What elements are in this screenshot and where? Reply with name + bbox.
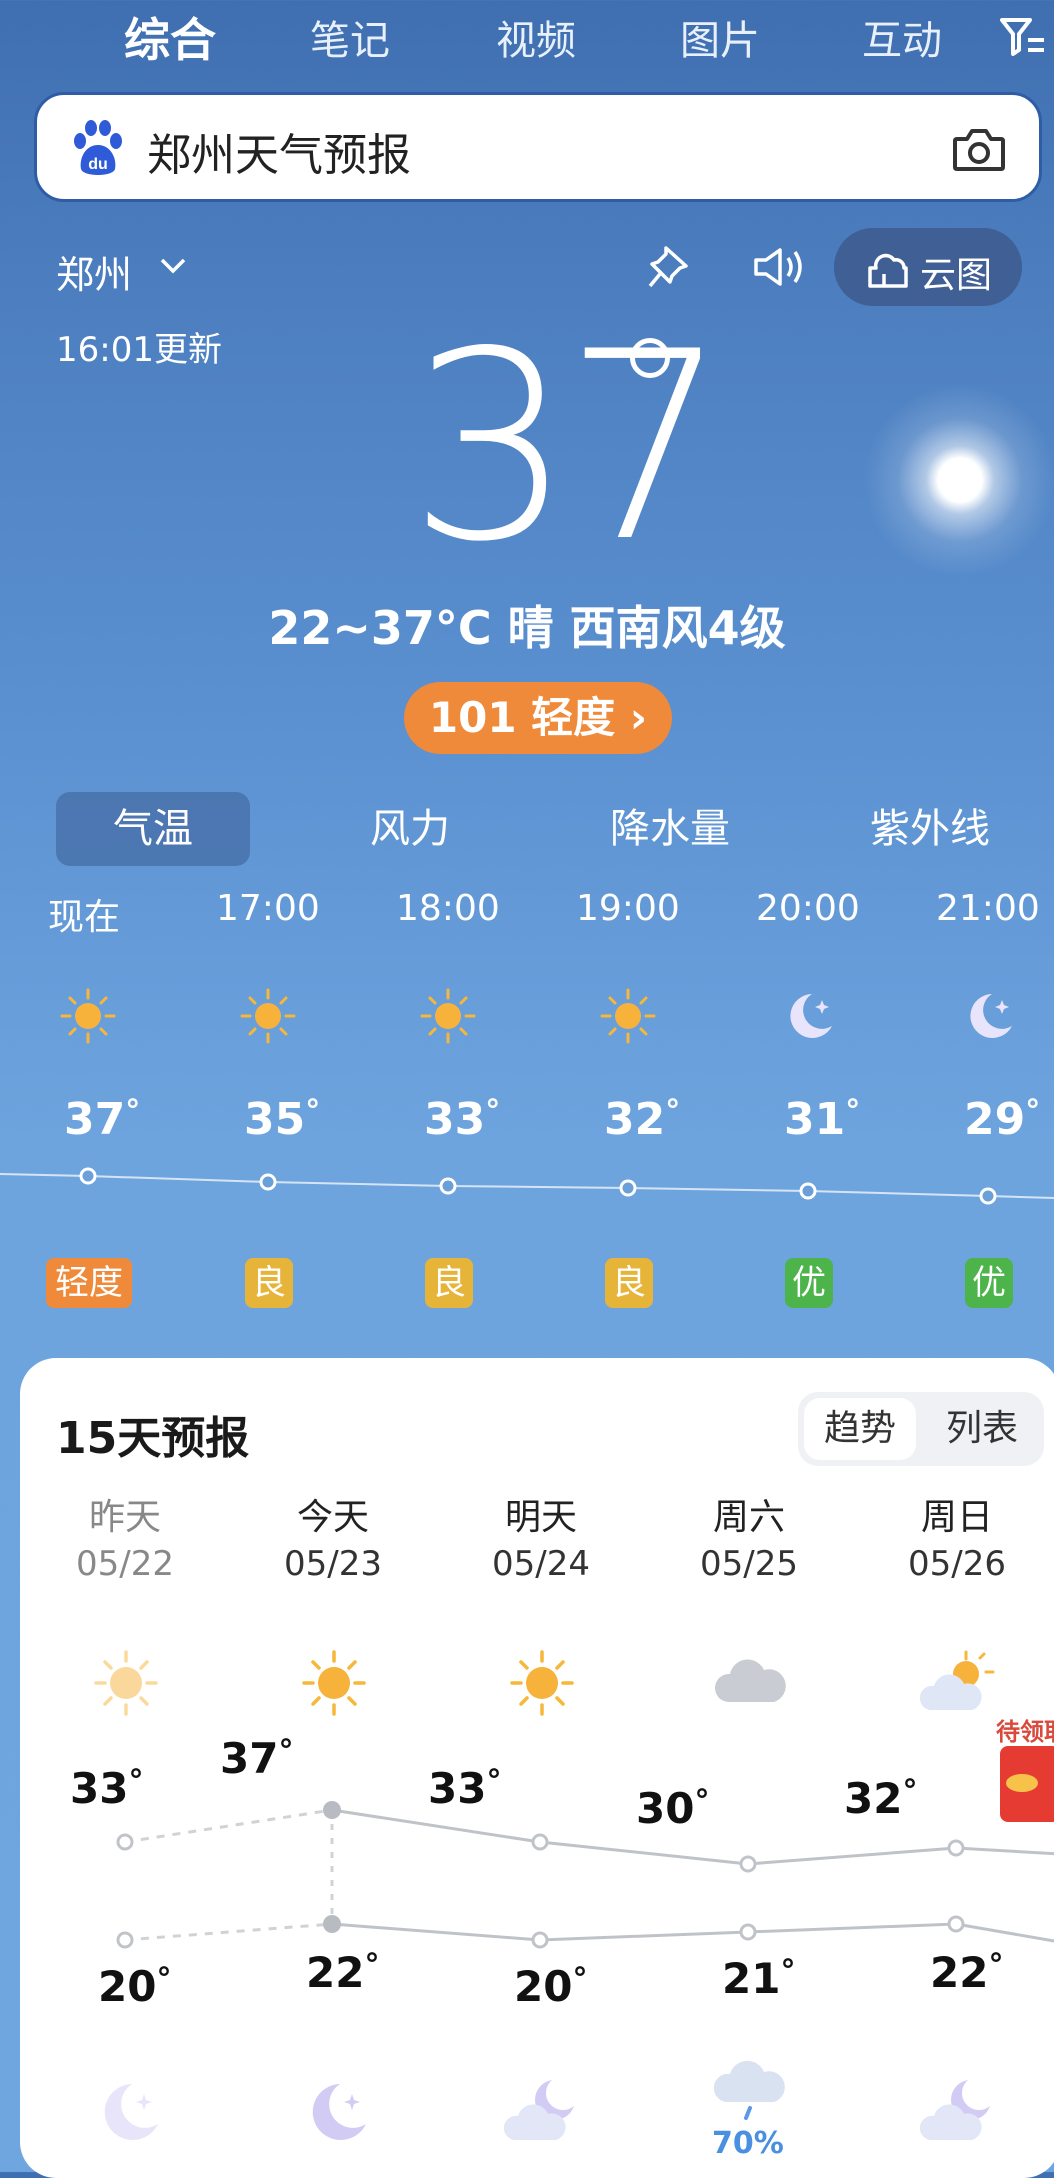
hour-temp: 31° bbox=[784, 1094, 861, 1145]
sun-icon bbox=[600, 988, 656, 1044]
city-selector[interactable]: 郑州 bbox=[56, 244, 132, 299]
tab-notes[interactable]: 笔记 bbox=[310, 8, 390, 66]
moon-icon bbox=[790, 994, 832, 1038]
tab-interact[interactable]: 互动 bbox=[862, 8, 942, 66]
sun-icon bbox=[420, 988, 476, 1044]
hour-label: 现在 bbox=[48, 897, 121, 938]
low-temp: 22° bbox=[306, 1948, 380, 1997]
sun-icon bbox=[60, 988, 116, 1044]
forecast-card: 15天预报 趋势 列表 昨天 今天 明天 周六 周日 05/22 05/23 0… bbox=[20, 1358, 1054, 2178]
hour-temp: 32° bbox=[604, 1094, 681, 1145]
search-input[interactable]: 郑州天气预报 bbox=[147, 119, 411, 183]
low-temp: 21° bbox=[722, 1954, 796, 2003]
hour-temp: 29° bbox=[964, 1094, 1041, 1145]
speaker-icon[interactable] bbox=[752, 244, 806, 290]
high-point bbox=[947, 1839, 965, 1857]
low-temp: 20° bbox=[98, 1962, 172, 2011]
red-packet-icon[interactable] bbox=[1000, 1746, 1054, 1822]
tab-wind[interactable]: 风力 bbox=[330, 792, 490, 866]
air-quality-badge: 优 bbox=[965, 1258, 1013, 1308]
temp-point bbox=[979, 1187, 997, 1205]
low-point bbox=[739, 1923, 757, 1941]
low-point bbox=[947, 1915, 965, 1933]
temp-point bbox=[79, 1167, 97, 1185]
temp-point bbox=[619, 1179, 637, 1197]
temp-point bbox=[259, 1173, 277, 1191]
top-nav: 综合 笔记 视频 图片 互动 bbox=[0, 0, 1054, 80]
hour-label: 17:00 bbox=[216, 888, 320, 929]
high-point bbox=[323, 1801, 341, 1819]
cloud-moon-icon bbox=[504, 2080, 574, 2140]
sun-glow bbox=[850, 370, 1054, 590]
update-time: 16:01更新 bbox=[56, 330, 222, 370]
low-temp: 22° bbox=[930, 1948, 1004, 1997]
precipitation-chance: 70% bbox=[712, 2126, 784, 2161]
rain-cloud-icon bbox=[713, 2060, 785, 2120]
low-temp: 20° bbox=[514, 1962, 588, 2011]
high-point bbox=[531, 1833, 549, 1851]
air-quality-badge: 良 bbox=[245, 1258, 293, 1308]
baidu-paw-logo-icon: du bbox=[74, 120, 122, 175]
cloud-moon-icon bbox=[920, 2080, 990, 2140]
cloud-map-icon bbox=[868, 253, 908, 288]
moon-icon bbox=[970, 994, 1012, 1038]
temp-point bbox=[439, 1177, 457, 1195]
aqi-badge[interactable]: 101 轻度 › bbox=[404, 682, 672, 754]
chevron-down-icon[interactable] bbox=[158, 256, 188, 276]
air-quality-badge: 良 bbox=[425, 1258, 473, 1308]
high-point bbox=[739, 1855, 757, 1873]
tab-uv[interactable]: 紫外线 bbox=[840, 792, 1020, 866]
search-bar[interactable]: du 郑州天气预报 bbox=[34, 92, 1042, 202]
current-temperature: 37 bbox=[408, 297, 729, 599]
temp-point bbox=[799, 1182, 817, 1200]
degree-symbol bbox=[630, 338, 670, 378]
air-quality-badge: 轻度 bbox=[46, 1258, 132, 1308]
low-point bbox=[116, 1931, 134, 1949]
hourly-temp-line bbox=[0, 1167, 1054, 1205]
hour-temp: 33° bbox=[424, 1094, 501, 1145]
air-quality-badge: 良 bbox=[605, 1258, 653, 1308]
camera-icon[interactable] bbox=[951, 125, 1007, 175]
tab-all[interactable]: 综合 bbox=[124, 4, 216, 70]
hour-label: 18:00 bbox=[396, 888, 500, 929]
hour-temp: 35° bbox=[244, 1094, 321, 1145]
air-quality-badge: 优 bbox=[785, 1258, 833, 1308]
cloud-map-button[interactable]: 云图 bbox=[834, 228, 1022, 306]
hour-label: 21:00 bbox=[936, 888, 1040, 929]
cloud-map-label: 云图 bbox=[920, 255, 993, 296]
weather-summary: 22~37°C 晴 西南风4级 bbox=[268, 601, 786, 655]
tab-precipitation[interactable]: 降水量 bbox=[580, 792, 760, 866]
low-point bbox=[531, 1931, 549, 1949]
tab-temperature[interactable]: 气温 bbox=[56, 792, 250, 866]
filter-icon[interactable] bbox=[998, 14, 1046, 60]
hour-label: 20:00 bbox=[756, 888, 860, 929]
temperature-trend-chart bbox=[116, 1801, 1054, 1949]
promo-label[interactable]: 待领取 bbox=[996, 1712, 1054, 1747]
hour-temp: 37° bbox=[64, 1094, 141, 1145]
high-point bbox=[116, 1833, 134, 1851]
svg-text:du: du bbox=[88, 156, 108, 173]
moon-icon bbox=[104, 2084, 158, 2140]
tab-images[interactable]: 图片 bbox=[680, 8, 760, 66]
moon-icon bbox=[312, 2084, 366, 2140]
tab-video[interactable]: 视频 bbox=[496, 8, 576, 66]
metric-tabs: 气温 风力 降水量 紫外线 bbox=[0, 792, 1054, 882]
hour-label: 19:00 bbox=[576, 888, 680, 929]
pin-icon[interactable] bbox=[646, 244, 690, 290]
low-point bbox=[323, 1915, 341, 1933]
sun-icon bbox=[240, 988, 296, 1044]
